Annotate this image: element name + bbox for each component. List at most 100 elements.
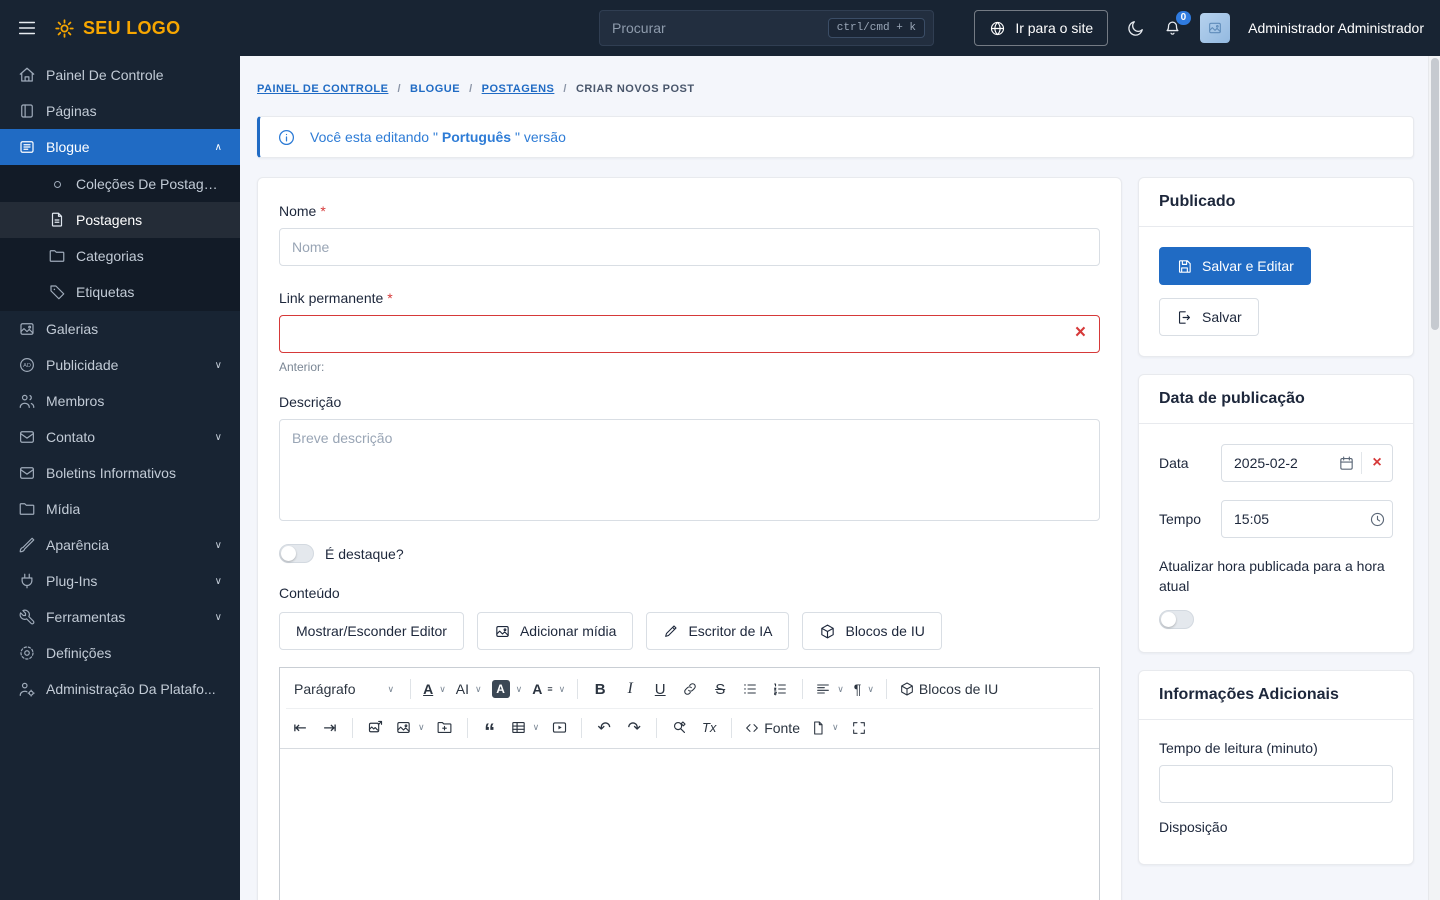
editor-media-folder-button[interactable]: [431, 714, 459, 742]
editor-numbered-list-button[interactable]: [766, 675, 794, 703]
editor-table-button[interactable]: ∨: [506, 714, 544, 742]
page-scrollbar[interactable]: [1428, 56, 1440, 900]
breadcrumb-painel-de-controle[interactable]: PAINEL DE CONTROLE: [257, 83, 388, 95]
reading-time-input[interactable]: [1159, 764, 1393, 803]
search-input[interactable]: [612, 20, 820, 36]
time-input[interactable]: [1222, 511, 1362, 527]
toggle-editor-button[interactable]: Mostrar/Esconder Editor: [279, 612, 464, 650]
editor-indent-button[interactable]: ⇥: [316, 714, 344, 742]
user-name[interactable]: Administrador Administrador: [1248, 20, 1424, 36]
sidebar-item-plug-ins[interactable]: Plug-Ins ∨: [0, 563, 240, 599]
sidebar-item-boletins-informativos[interactable]: Boletins Informativos: [0, 455, 240, 491]
editor-source-button[interactable]: Fonte: [740, 714, 804, 742]
sidebar-item-painel-de-controle[interactable]: Painel De Controle: [0, 57, 240, 93]
publish-panel: Publicado Salvar e Editar Salvar: [1138, 177, 1414, 357]
file-text-icon: [48, 211, 66, 229]
sidebar-item-categorias[interactable]: Categorias: [0, 238, 240, 274]
date-input[interactable]: [1222, 455, 1331, 471]
avatar-photo-icon: [1209, 22, 1222, 34]
save-button[interactable]: Salvar: [1159, 298, 1259, 336]
featured-toggle[interactable]: [279, 544, 314, 563]
editor-outdent-button[interactable]: ⇤: [286, 714, 314, 742]
editor-insert-image-button[interactable]: [361, 714, 389, 742]
editor-underline-button[interactable]: U: [646, 675, 674, 703]
editor-align-button[interactable]: ∨: [811, 675, 848, 703]
editor-redo-button[interactable]: ↷: [620, 714, 648, 742]
clock-icon[interactable]: [1362, 511, 1392, 528]
toolbar-separator: [656, 717, 658, 738]
ui-blocks-button[interactable]: Blocos de IU: [802, 612, 942, 650]
save-and-edit-button[interactable]: Salvar e Editar: [1159, 247, 1311, 285]
global-search[interactable]: ctrl/cmd + k: [599, 10, 934, 46]
breadcrumb-separator: /: [469, 83, 473, 95]
description-textarea[interactable]: [279, 419, 1100, 521]
sidebar: Painel De Controle Páginas Blogue ∧ Cole…: [0, 56, 240, 900]
editor-content-area[interactable]: [280, 749, 1099, 900]
avatar[interactable]: [1200, 13, 1231, 43]
breadcrumb-blogue[interactable]: BLOGUE: [410, 83, 460, 95]
permalink-input[interactable]: [279, 315, 1100, 353]
sidebar-item-blogue[interactable]: Blogue ∧: [0, 129, 240, 165]
name-input[interactable]: [279, 228, 1100, 266]
scrollbar-thumb[interactable]: [1430, 58, 1439, 330]
editor-bullet-list-button[interactable]: [736, 675, 764, 703]
date-row: Data ×: [1159, 444, 1393, 482]
breadcrumb-postagens[interactable]: POSTAGENS: [482, 83, 555, 95]
editor-strikethrough-button[interactable]: S: [706, 675, 734, 703]
editor-clear-format-button[interactable]: Tx: [695, 714, 723, 742]
notifications-button[interactable]: 0: [1163, 10, 1192, 38]
sidebar-item-publicidade[interactable]: AD Publicidade ∨: [0, 347, 240, 383]
publish-panel-title: Publicado: [1139, 178, 1413, 227]
moon-icon: [1128, 20, 1144, 36]
sidebar-item-administracao-da-plataforma[interactable]: Administração Da Platafo...: [0, 671, 240, 707]
editor-font-color-button[interactable]: A ∨: [419, 675, 450, 703]
go-to-site-label: Ir para o site: [1015, 20, 1094, 36]
editor-paragraph-style-select[interactable]: Parágrafo ∨: [286, 675, 402, 703]
sidebar-item-midia[interactable]: Mídia: [0, 491, 240, 527]
editor-link-button[interactable]: [676, 675, 704, 703]
editor-ai-button[interactable]: AI ∨: [452, 675, 486, 703]
editor-text-direction-button[interactable]: ¶ ∨: [850, 675, 878, 703]
sidebar-item-contato[interactable]: Contato ∨: [0, 419, 240, 455]
chevron-up-icon: ∧: [214, 141, 222, 153]
editor-font-size-button[interactable]: A ≡ ∨: [528, 675, 569, 703]
add-media-button[interactable]: Adicionar mídia: [476, 612, 634, 650]
layout-label: Disposição: [1159, 818, 1228, 835]
sidebar-item-colecoes-de-postagens[interactable]: Coleções De Postagens: [0, 166, 240, 202]
ai-writer-button[interactable]: Escritor de IA: [646, 612, 790, 650]
editor-page-properties-button[interactable]: ∨: [806, 714, 843, 742]
sidebar-item-etiquetas[interactable]: Etiquetas: [0, 274, 240, 310]
info-icon: [277, 128, 296, 147]
editor-ui-blocks-button[interactable]: Blocos de IU: [895, 675, 1002, 703]
dark-mode-toggle[interactable]: [1126, 19, 1145, 38]
editor-italic-button[interactable]: I: [616, 675, 644, 703]
update-published-time-toggle[interactable]: [1159, 609, 1194, 629]
editor-highlight-button[interactable]: A ∨: [488, 675, 527, 703]
calendar-icon[interactable]: [1331, 455, 1361, 472]
permalink-error-close-icon[interactable]: ×: [1075, 322, 1086, 344]
logo-text: SEU LOGO: [83, 17, 181, 38]
sidebar-item-membros[interactable]: Membros: [0, 383, 240, 419]
sidebar-item-galerias[interactable]: Galerias: [0, 311, 240, 347]
editor-bold-button[interactable]: B: [586, 675, 614, 703]
sidebar-item-aparencia[interactable]: Aparência ∨: [0, 527, 240, 563]
topbar: SEU LOGO ctrl/cmd + k Ir para o site 0 A…: [0, 0, 1440, 56]
notification-badge: 0: [1175, 10, 1192, 25]
sidebar-item-definicoes[interactable]: Definições: [0, 635, 240, 671]
sidebar-item-postagens[interactable]: Postagens: [0, 202, 240, 238]
editor-fullscreen-button[interactable]: [845, 714, 873, 742]
menu-toggle-button[interactable]: [16, 17, 38, 39]
sidebar-item-ferramentas[interactable]: Ferramentas ∨: [0, 599, 240, 635]
editor-find-replace-button[interactable]: [665, 714, 693, 742]
editor-undo-button[interactable]: ↶: [590, 714, 618, 742]
toolbar-separator: [731, 717, 733, 738]
chevron-down-icon: ∨: [387, 683, 395, 694]
editor-video-button[interactable]: [545, 714, 573, 742]
logo[interactable]: SEU LOGO: [54, 18, 180, 39]
clear-date-icon[interactable]: ×: [1362, 454, 1392, 472]
editor-image-button[interactable]: ∨: [391, 714, 429, 742]
sidebar-item-paginas[interactable]: Páginas: [0, 93, 240, 129]
go-to-site-button[interactable]: Ir para o site: [974, 10, 1109, 46]
editor-blockquote-button[interactable]: “: [476, 714, 504, 742]
toggle-knob: [1161, 611, 1176, 627]
